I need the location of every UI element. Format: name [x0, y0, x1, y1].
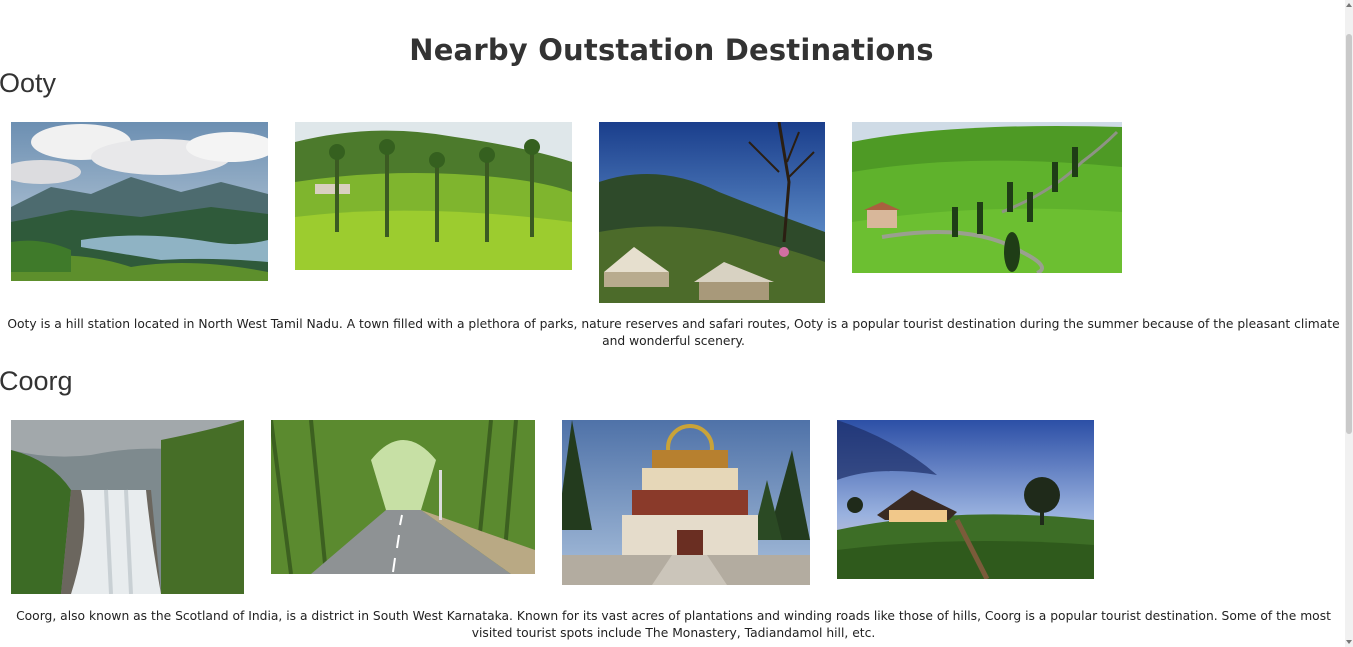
coorg-image-waterfall — [11, 420, 244, 594]
ooty-image-green-hills — [852, 122, 1122, 273]
scrollbar-thumb[interactable] — [1346, 34, 1352, 434]
ooty-image-lake — [11, 122, 268, 281]
coorg-image-hill-house — [837, 420, 1094, 579]
scroll-up-arrow-icon[interactable] — [1346, 3, 1352, 7]
page-scrollbar[interactable] — [1345, 0, 1353, 647]
page-title: Nearby Outstation Destinations — [409, 33, 934, 68]
section-description-ooty: Ooty is a hill station located in North … — [7, 317, 1340, 348]
ooty-image-tea-plantation — [295, 122, 572, 270]
section-heading-ooty: Ooty — [0, 68, 57, 98]
scroll-down-arrow-icon[interactable] — [1346, 640, 1352, 644]
coorg-image-monastery — [562, 420, 810, 585]
section-heading-coorg: Coorg — [0, 366, 73, 396]
coorg-image-bamboo-road — [271, 420, 535, 574]
section-description-coorg: Coorg, also known as the Scotland of Ind… — [16, 609, 1331, 640]
ooty-image-forest-tents — [599, 122, 825, 303]
